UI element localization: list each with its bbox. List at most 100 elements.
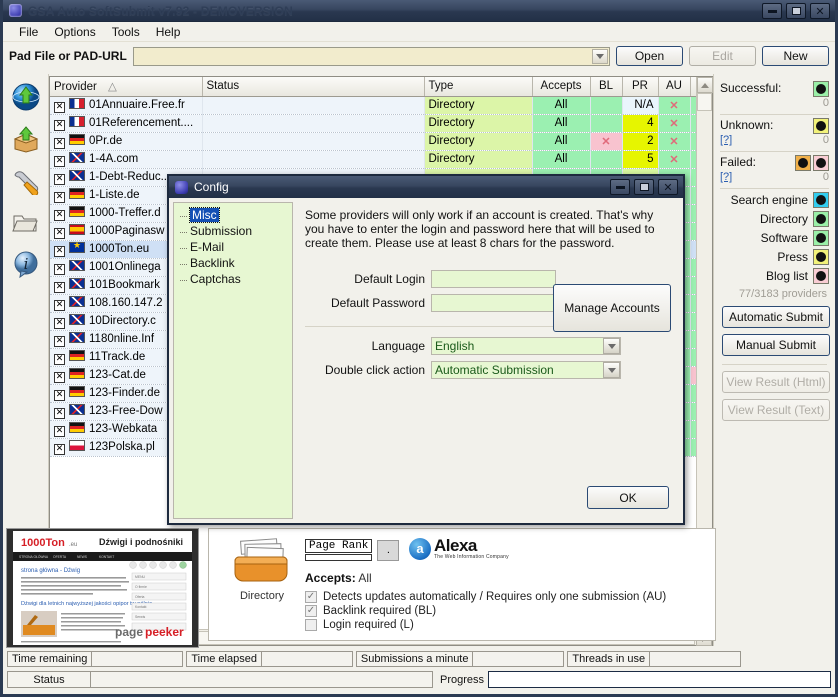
close-button[interactable]: ✕ <box>810 3 830 19</box>
open-button[interactable]: Open <box>616 46 683 66</box>
config-minimize-button[interactable] <box>610 179 630 195</box>
chevron-down-icon[interactable] <box>603 362 620 378</box>
row-checkbox[interactable]: ✕ <box>54 444 65 455</box>
cell-type: Directory <box>424 132 532 150</box>
accepts-row: Accepts: All <box>305 571 372 585</box>
config-tree-item-misc[interactable]: Misc <box>176 207 290 223</box>
language-label: Language <box>305 339 425 353</box>
menu-bar: File Options Tools Help <box>3 22 835 42</box>
cell-accepts: All <box>532 132 590 150</box>
row-checkbox[interactable]: ✕ <box>54 192 65 203</box>
row-checkbox[interactable]: ✕ <box>54 210 65 221</box>
row-checkbox[interactable]: ✕ <box>54 282 65 293</box>
column-header-bl[interactable]: BL <box>590 77 622 96</box>
minimize-button[interactable] <box>762 3 782 19</box>
failed-count: 0 <box>823 171 829 183</box>
legend-item-directory: Directory <box>720 211 829 227</box>
menu-item-help[interactable]: Help <box>148 23 189 41</box>
row-checkbox[interactable]: ✕ <box>54 120 65 131</box>
default-login-input[interactable] <box>431 270 556 288</box>
chevron-down-icon[interactable] <box>592 49 608 64</box>
legend-label: Press <box>777 250 808 264</box>
row-checkbox[interactable]: ✕ <box>54 300 65 311</box>
column-header-accepts[interactable]: Accepts <box>532 77 590 96</box>
config-maximize-button[interactable] <box>634 179 654 195</box>
manage-accounts-button[interactable]: Manage Accounts <box>553 284 671 332</box>
row-checkbox[interactable]: ✕ <box>54 354 65 365</box>
legend-label: Blog list <box>766 269 808 283</box>
scroll-thumb[interactable] <box>697 93 712 111</box>
row-checkbox[interactable]: ✕ <box>54 228 65 239</box>
row-checkbox[interactable]: ✕ <box>54 174 65 185</box>
menu-item-file[interactable]: File <box>11 23 46 41</box>
accepts-value: All <box>358 571 371 585</box>
column-header-au[interactable]: AU <box>658 77 690 96</box>
row-checkbox[interactable]: ✕ <box>54 264 65 275</box>
status-bar-top-row: Time remaining Time elapsed Submissions … <box>7 651 831 667</box>
provider-name: 1000Ton.eu <box>89 243 149 255</box>
config-tree-item-e-mail[interactable]: E-Mail <box>176 239 290 255</box>
row-checkbox[interactable]: ✕ <box>54 156 65 167</box>
info-icon[interactable]: i <box>9 248 43 282</box>
maximize-button[interactable] <box>786 3 806 19</box>
alexa-wordmark: Alexa <box>434 537 509 554</box>
country-flag-icon <box>69 152 85 163</box>
provider-name: 1-4A.com <box>89 153 138 165</box>
default-login-label: Default Login <box>305 272 425 286</box>
language-select[interactable]: English <box>431 337 621 355</box>
status-bar-bottom-row: Status Progress <box>7 671 831 688</box>
chevron-down-icon[interactable] <box>603 338 620 354</box>
default-password-input[interactable] <box>431 294 556 312</box>
package-box-icon[interactable] <box>9 122 43 156</box>
pad-file-input[interactable] <box>133 47 610 66</box>
cell-au: ✕ <box>658 132 690 150</box>
column-header-provider[interactable]: Provider △ <box>50 77 202 96</box>
menu-item-tools[interactable]: Tools <box>104 23 148 41</box>
folder-open-icon[interactable] <box>9 206 43 240</box>
row-checkbox[interactable]: ✕ <box>54 138 65 149</box>
provider-flags-list: ✓Detects updates automatically / Require… <box>305 591 666 633</box>
row-checkbox[interactable]: ✕ <box>54 336 65 347</box>
alexa-widget: a Alexa The Web Information Company <box>409 537 509 560</box>
failed-help-link[interactable]: [?] <box>720 171 732 183</box>
new-button[interactable]: New <box>762 46 829 66</box>
upload-globe-icon[interactable] <box>9 80 43 114</box>
table-row[interactable]: ✕0Pr.deDirectoryAll✕2✕ <box>50 132 696 150</box>
cell-provider: ✕01Annuaire.Free.fr <box>50 96 202 114</box>
time-elapsed-value <box>262 651 353 667</box>
config-tree-item-backlink[interactable]: Backlink <box>176 255 290 271</box>
row-checkbox[interactable]: ✕ <box>54 426 65 437</box>
row-checkbox[interactable]: ✕ <box>54 408 65 419</box>
country-flag-icon <box>69 332 85 343</box>
table-row[interactable]: ✕01Annuaire.Free.frDirectoryAllN/A✕ <box>50 96 696 114</box>
column-header-pr[interactable]: PR <box>622 77 658 96</box>
site-thumbnail[interactable]: 1000Ton .eu Dźwigi i podnośniki STRONA G… <box>6 528 199 648</box>
unknown-help-link[interactable]: [?] <box>720 134 732 146</box>
menu-item-options[interactable]: Options <box>46 23 103 41</box>
row-checkbox[interactable]: ✕ <box>54 102 65 113</box>
config-tree-item-submission[interactable]: Submission <box>176 223 290 239</box>
wrench-icon[interactable] <box>9 164 43 198</box>
row-checkbox[interactable]: ✕ <box>54 318 65 329</box>
scroll-up-button[interactable] <box>697 77 713 93</box>
manual-submit-button[interactable]: Manual Submit <box>722 334 830 356</box>
cell-provider: ✕01Referencement.... <box>50 114 202 132</box>
double-click-select[interactable]: Automatic Submission <box>431 361 621 379</box>
double-click-value: Automatic Submission <box>435 363 554 377</box>
row-checkbox[interactable]: ✕ <box>54 372 65 383</box>
row-checkbox[interactable]: ✕ <box>54 390 65 401</box>
column-header-type[interactable]: Type <box>424 77 532 96</box>
country-flag-icon <box>69 278 85 289</box>
column-header-status[interactable]: Status <box>202 77 424 96</box>
config-ok-button[interactable]: OK <box>587 486 669 509</box>
table-row[interactable]: ✕1-4A.comDirectoryAll5✕ <box>50 150 696 168</box>
row-checkbox[interactable]: ✕ <box>54 246 65 257</box>
config-close-button[interactable]: ✕ <box>658 179 678 195</box>
automatic-submit-button[interactable]: Automatic Submit <box>722 306 830 328</box>
accepts-label: Accepts: <box>305 571 356 585</box>
country-flag-icon <box>69 368 85 379</box>
pad-file-row: Pad File or PAD-URL Open Edit New <box>3 42 835 70</box>
provider-name: 123-Finder.de <box>89 387 160 399</box>
config-tree-item-captchas[interactable]: Captchas <box>176 271 290 287</box>
table-row[interactable]: ✕01Referencement....DirectoryAll4✕ <box>50 114 696 132</box>
